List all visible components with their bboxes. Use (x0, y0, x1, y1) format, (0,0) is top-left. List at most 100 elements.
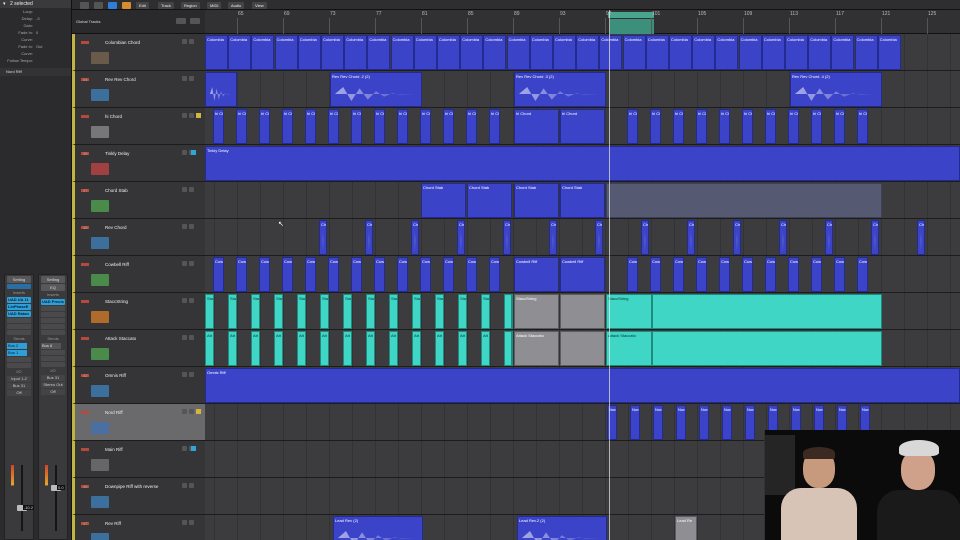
strip-eq-display[interactable] (7, 284, 31, 289)
region[interactable]: Lead Rev (2) (333, 516, 423, 540)
region[interactable]: Cowbell Riff (514, 257, 559, 292)
region[interactable]: Colombia (761, 35, 785, 70)
strip-setting-button[interactable]: Setting (41, 276, 65, 283)
send-slot-empty[interactable] (41, 356, 65, 361)
region[interactable]: hi Chord (788, 109, 799, 144)
insert-slot-empty[interactable] (41, 318, 65, 323)
region[interactable]: Colombia (344, 35, 368, 70)
region[interactable]: Nord (699, 405, 709, 440)
track-header[interactable]: 42 Omnis Riff (72, 367, 205, 404)
region[interactable]: hi Chord (765, 109, 776, 144)
region[interactable]: Ch (641, 220, 649, 255)
region-parameter-row[interactable]: Gain: (0, 22, 71, 29)
record-enable-button[interactable] (196, 409, 201, 414)
region[interactable] (652, 331, 882, 366)
region[interactable]: Att (228, 331, 237, 366)
input-slot[interactable]: Input 1-2 (7, 376, 31, 382)
solo-button[interactable] (189, 409, 194, 414)
output-slot[interactable]: Stereo Out (41, 382, 65, 388)
mute-button[interactable] (182, 483, 187, 488)
region[interactable]: Rev Rev Chord .4 (2) (790, 72, 882, 107)
region-parameter-row[interactable]: Delay: -3 (0, 15, 71, 22)
region[interactable]: Att (297, 331, 306, 366)
track-name[interactable]: Attack Staccato (105, 336, 136, 341)
mute-button[interactable] (182, 335, 187, 340)
region[interactable]: Sta (366, 294, 375, 329)
region[interactable]: Colombia (437, 35, 460, 70)
track-name[interactable]: StaccString (105, 299, 128, 304)
region[interactable]: hi Chord (811, 109, 822, 144)
region[interactable] (606, 183, 882, 218)
region[interactable]: Colombia (645, 35, 669, 70)
mute-button[interactable] (182, 261, 187, 266)
region[interactable]: Att (320, 331, 329, 366)
region[interactable] (205, 72, 237, 107)
edit-tool-icon[interactable] (94, 2, 103, 9)
track-lane[interactable]: Tinkly Delay (205, 145, 960, 182)
track-name[interactable]: Downpipe Riff with reverse (105, 484, 158, 489)
region[interactable]: hi Chord (673, 109, 684, 144)
region[interactable]: Colombia (622, 35, 646, 70)
region[interactable]: Att (251, 331, 260, 366)
insert-slot-3[interactable]: UAD Ratan (7, 311, 31, 317)
catch-playhead-icon[interactable] (108, 2, 117, 9)
region[interactable]: Nord (722, 405, 732, 440)
region[interactable]: Colombia (506, 35, 530, 70)
insert-slot-1[interactable]: UAD Precis (41, 299, 65, 305)
region[interactable]: Cow (374, 257, 385, 292)
region[interactable]: Sta (458, 294, 467, 329)
track-header[interactable]: Nord Riff (72, 404, 205, 441)
region[interactable]: Colombia (576, 35, 600, 70)
record-enable-button[interactable] (196, 113, 201, 118)
region[interactable]: Ch (687, 220, 695, 255)
mute-button[interactable] (182, 113, 187, 118)
region[interactable]: Colombia (808, 35, 832, 70)
solo-button[interactable] (189, 372, 194, 377)
region[interactable]: Attack Staccato (514, 331, 559, 366)
solo-button[interactable] (189, 224, 194, 229)
track-name[interactable]: Colombian Chord (105, 40, 140, 45)
region[interactable]: Nord (745, 405, 755, 440)
region[interactable]: Colombia (692, 35, 716, 70)
region[interactable]: Cow (397, 257, 408, 292)
insert-slot-empty[interactable] (7, 318, 31, 323)
track-header[interactable]: 37 Chord Stab (72, 182, 205, 219)
region[interactable]: Nord (653, 405, 663, 440)
solo-button[interactable] (189, 261, 194, 266)
region[interactable]: Sta (297, 294, 306, 329)
region[interactable]: hi Chord (696, 109, 707, 144)
region[interactable]: hi Chord (443, 109, 454, 144)
region[interactable]: Sta (481, 294, 490, 329)
insert-slot-empty[interactable] (41, 306, 65, 311)
region[interactable]: Cow (742, 257, 753, 292)
track-header[interactable]: 36 Tinkly Delay (72, 145, 205, 182)
track-view-icon[interactable] (190, 18, 200, 24)
track-name[interactable]: Omnis Riff (105, 373, 126, 378)
region[interactable]: hi Chord (514, 109, 559, 144)
region[interactable]: Colombia (877, 35, 901, 70)
region-parameter-row[interactable]: Fade In: 0 (0, 29, 71, 36)
region[interactable]: hi Chord (259, 109, 270, 144)
region[interactable]: Colombia (854, 35, 878, 70)
mute-button[interactable] (182, 39, 187, 44)
region[interactable]: Ch (457, 220, 465, 255)
track-lane[interactable]: Sta Sta Sta Sta Sta Sta Sta Sta Sta Sta Sta Sta Sta S… (205, 293, 960, 330)
track-name[interactable]: Rev Riff (105, 521, 121, 526)
region[interactable]: Colombia (390, 35, 414, 70)
region[interactable]: Att (412, 331, 421, 366)
region[interactable]: Colombia (228, 35, 252, 70)
track-name[interactable]: Rev Chord (105, 225, 127, 230)
region[interactable]: Nord (630, 405, 640, 440)
strip-eq-button[interactable]: EQ (41, 284, 65, 291)
region[interactable]: Omnis Riff (205, 368, 960, 403)
region[interactable]: Sta (228, 294, 237, 329)
region[interactable]: Nord (676, 405, 686, 440)
track-lane[interactable]: ChChChChChChChChChChChChChChCh (205, 219, 960, 256)
track-name[interactable]: hi Chord (105, 114, 122, 119)
input-monitor-button[interactable] (191, 150, 196, 155)
mute-button[interactable] (182, 76, 187, 81)
region[interactable]: hi Chord (627, 109, 638, 144)
region[interactable]: Ch (549, 220, 557, 255)
track-lane[interactable]: Att Att Att Att Att Att Att Att Att Att Att Att Att A… (205, 330, 960, 367)
region[interactable]: Lead Re (675, 516, 697, 540)
